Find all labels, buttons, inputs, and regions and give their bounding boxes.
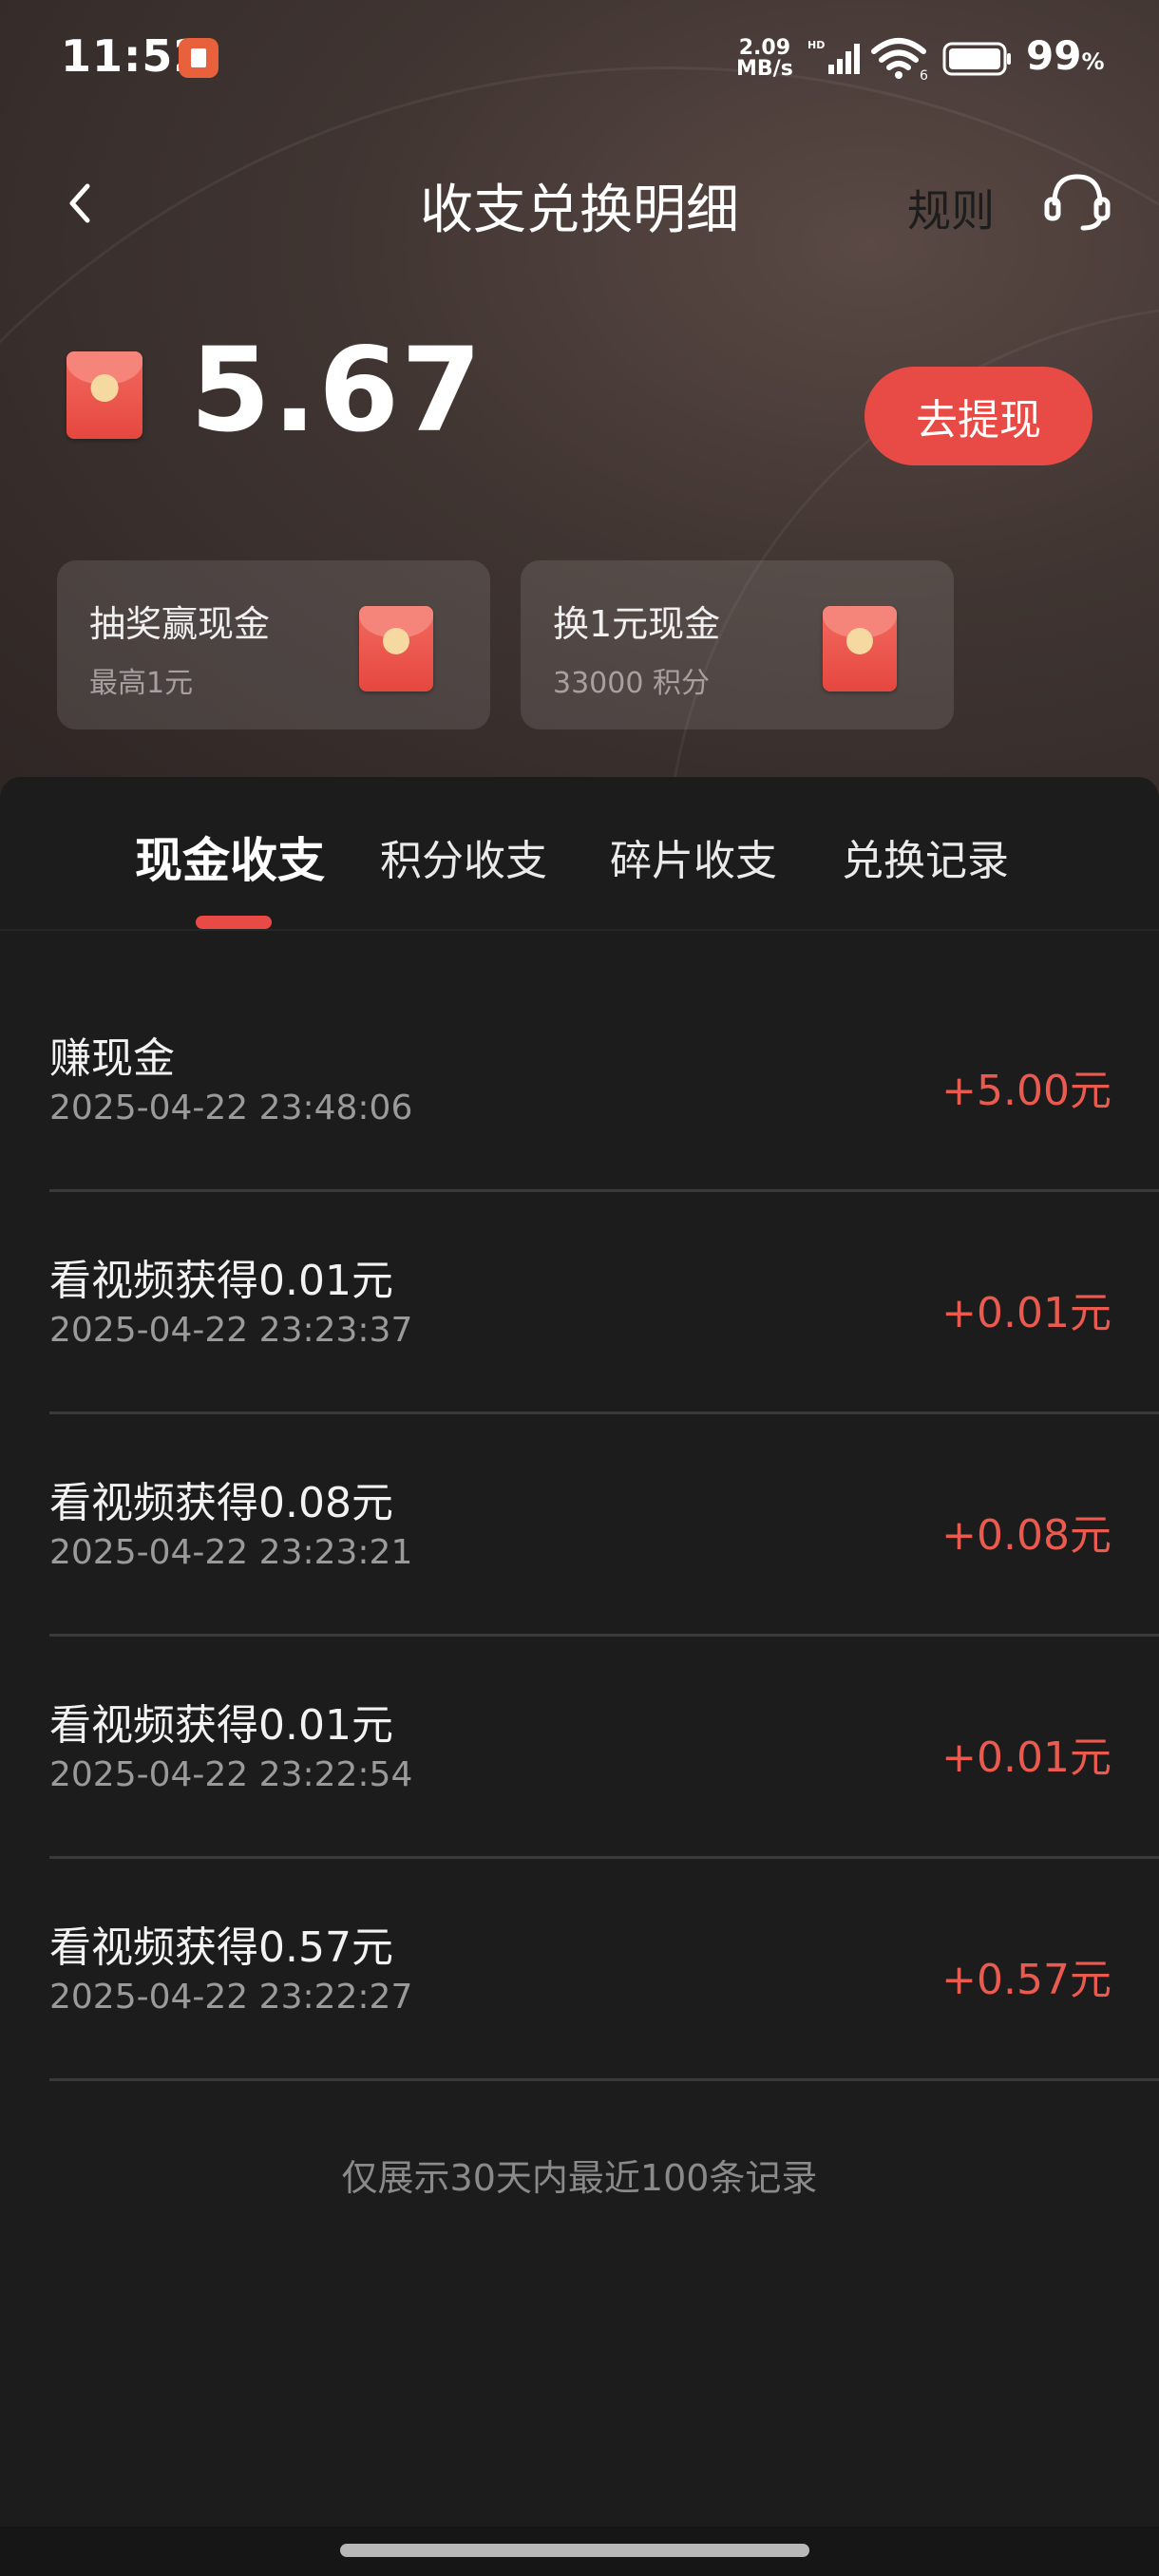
- record-date: 2025-04-22 23:23:21: [49, 1533, 413, 1572]
- signal-icon: HD: [808, 39, 860, 74]
- record-amount: +0.01元: [941, 1733, 1112, 1782]
- tab-fragments[interactable]: 碎片收支: [610, 826, 777, 887]
- record-amount: +0.08元: [941, 1511, 1112, 1560]
- record-row[interactable]: 赚现金 2025-04-22 23:48:06 +5.00元: [49, 969, 1159, 1192]
- svg-text:HD: HD: [808, 39, 825, 51]
- red-packet-icon: [823, 606, 897, 691]
- record-date: 2025-04-22 23:48:06: [49, 1089, 413, 1127]
- svg-text:6: 6: [920, 68, 928, 82]
- network-speed-value: 2.09: [738, 36, 791, 60]
- network-speed: 2.09 MB/s: [736, 38, 793, 80]
- battery-percentage: 99%: [1026, 32, 1105, 79]
- record-date: 2025-04-22 23:23:37: [49, 1311, 413, 1350]
- record-row[interactable]: 看视频获得0.57元 2025-04-22 23:22:27 +0.57元: [49, 1858, 1159, 2081]
- record-title: 看视频获得0.08元: [49, 1479, 393, 1527]
- record-title: 看视频获得0.57元: [49, 1923, 393, 1972]
- record-row[interactable]: 看视频获得0.08元 2025-04-22 23:23:21 +0.08元: [49, 1413, 1159, 1637]
- cash-balance: 5.67: [190, 323, 484, 458]
- card-title: 抽奖赢现金: [89, 603, 271, 645]
- record-row[interactable]: 看视频获得0.01元 2025-04-22 23:23:37 +0.01元: [49, 1191, 1159, 1414]
- active-tab-indicator: [196, 916, 272, 929]
- tab-points[interactable]: 积分收支: [380, 826, 547, 887]
- record-title: 赚现金: [49, 1034, 175, 1083]
- record-date: 2025-04-22 23:22:27: [49, 1978, 413, 2017]
- red-packet-icon: [359, 606, 433, 691]
- record-amount: +5.00元: [941, 1067, 1112, 1115]
- card-subtitle: 最高1元: [89, 667, 194, 700]
- battery-icon: [942, 42, 1011, 76]
- card-title: 换1元现金: [553, 603, 721, 645]
- rules-link[interactable]: 规则: [907, 177, 995, 239]
- battery-percent-value: 99: [1026, 32, 1082, 79]
- divider: [0, 929, 1159, 931]
- record-row[interactable]: 看视频获得0.01元 2025-04-22 23:22:54 +0.01元: [49, 1636, 1159, 1859]
- records-limit-note: 仅展示30天内最近100条记录: [341, 2157, 818, 2199]
- tab-exchange-records[interactable]: 兑换记录: [842, 826, 1009, 887]
- record-date: 2025-04-22 23:22:54: [49, 1755, 413, 1794]
- lottery-card[interactable]: 抽奖赢现金 最高1元: [57, 560, 490, 729]
- exchange-cash-card[interactable]: 换1元现金 33000 积分: [521, 560, 954, 729]
- tab-cash[interactable]: 现金收支: [135, 823, 325, 891]
- battery-percent-unit: %: [1081, 48, 1105, 75]
- record-title: 看视频获得0.01元: [49, 1257, 393, 1305]
- record-amount: +0.01元: [941, 1289, 1112, 1337]
- card-subtitle: 33000 积分: [553, 667, 710, 700]
- home-indicator[interactable]: [340, 2544, 809, 2557]
- record-title: 看视频获得0.01元: [49, 1701, 393, 1750]
- record-amount: +0.57元: [941, 1956, 1112, 2004]
- network-speed-unit: MB/s: [736, 57, 793, 81]
- wifi-icon: 6: [871, 38, 928, 82]
- red-packet-icon: [66, 351, 142, 439]
- withdraw-button[interactable]: 去提现: [864, 367, 1092, 465]
- customer-service-icon[interactable]: [1043, 169, 1112, 234]
- notification-app-icon: [179, 38, 218, 78]
- status-bar: 11:52 2.09 MB/s HD 6 99%: [0, 0, 1159, 114]
